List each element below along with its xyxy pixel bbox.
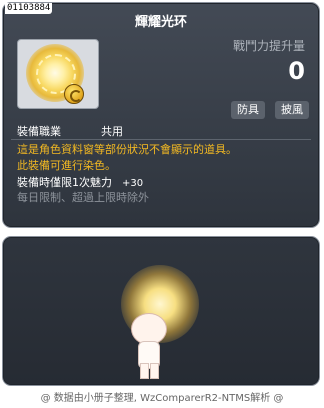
power-increase-label: 戰鬥力提升量: [232, 39, 305, 53]
description-line-limit: 每日限制、超過上限時除外: [17, 191, 149, 204]
category-tag-cape: 披風: [275, 101, 309, 119]
charm-bonus: +30: [122, 178, 144, 189]
item-tooltip-panel: 01103884 輝耀光环 戰鬥力提升量 0 防具 披風 裝備職業 共用 這是角…: [2, 2, 320, 228]
divider: [11, 139, 311, 140]
character-leg-left: [140, 363, 149, 379]
character-preview-panel: [2, 236, 320, 386]
charm-text: 裝備時僅限1次魅力: [17, 176, 112, 189]
job-label: 裝備職業: [17, 125, 61, 138]
job-value: 共用: [101, 125, 123, 138]
description-line-charm: 裝備時僅限1次魅力 +30: [17, 175, 143, 191]
description-line-dye: 此裝備可進行染色。: [17, 159, 116, 172]
footer-credit: @ 数据由小册子整理, WzComparerR2-NTMS解析 @: [40, 393, 284, 404]
item-name: 輝耀光环: [134, 15, 187, 30]
item-icon-frame: [17, 39, 99, 109]
category-tag-armor: 防具: [231, 101, 265, 119]
character-leg-right: [150, 363, 159, 379]
character-avatar: [103, 257, 213, 379]
description-line-hidden: 這是角色資料窗等部份狀況不會顯示的道具。: [17, 143, 237, 156]
cash-coin-icon: [64, 84, 84, 104]
power-increase-value: 0: [288, 57, 305, 85]
